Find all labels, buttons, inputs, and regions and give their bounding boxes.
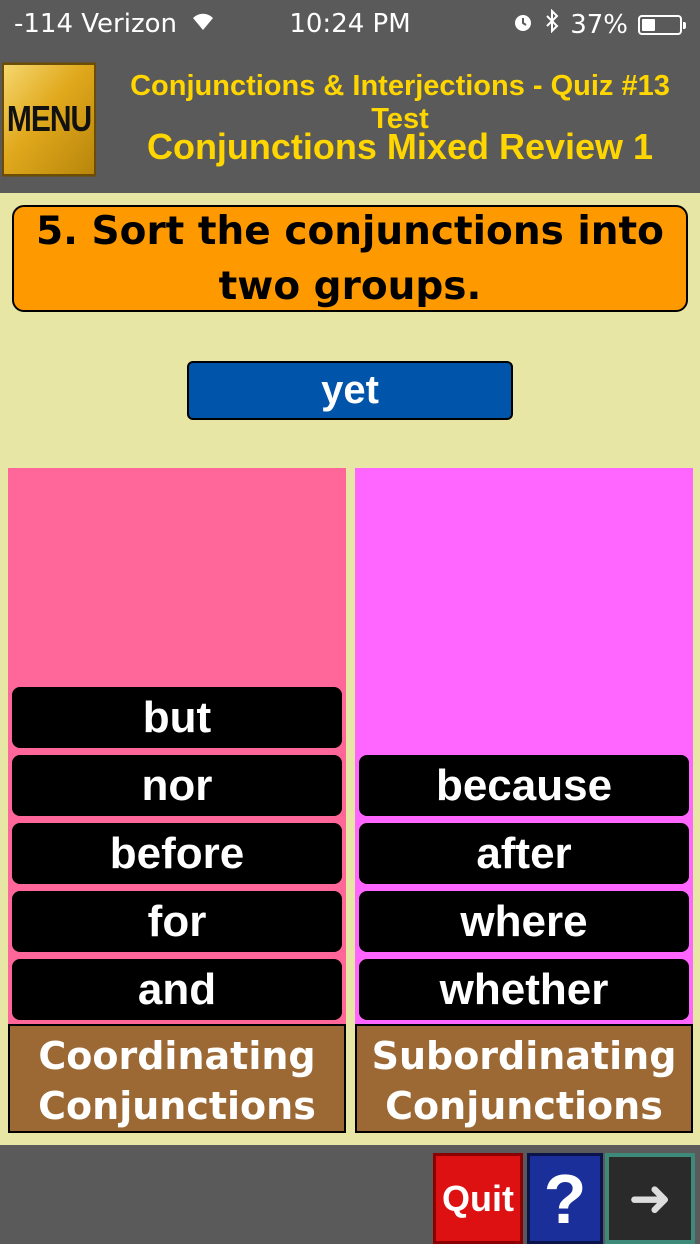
word-chip[interactable]: after [359, 823, 689, 884]
next-button[interactable]: ➜ [605, 1153, 695, 1244]
word-chip[interactable]: where [359, 891, 689, 952]
coordinating-list: but nor before for and [8, 687, 346, 1024]
footer-bar: Quit ? ➜ [0, 1145, 700, 1244]
word-chip[interactable]: for [12, 891, 342, 952]
battery-icon [638, 14, 686, 35]
word-chip[interactable]: and [12, 959, 342, 1020]
status-right: 37% [512, 8, 686, 40]
subordinating-list: because after where whether [355, 755, 693, 1024]
word-chip[interactable]: before [12, 823, 342, 884]
draggable-word-tile[interactable]: yet [187, 361, 513, 420]
arrow-right-icon: ➜ [628, 1169, 672, 1228]
word-chip[interactable]: but [12, 687, 342, 748]
word-chip[interactable]: because [359, 755, 689, 816]
subordinating-label-line2: Conjunctions [385, 1084, 663, 1128]
subordinating-label-line1: Subordinating [371, 1034, 677, 1078]
question-prompt: 5. Sort the conjunctions into two groups… [12, 205, 688, 312]
word-chip[interactable]: whether [359, 959, 689, 1020]
quiz-subtitle: Conjunctions Mixed Review 1 [146, 126, 654, 167]
alarm-icon [512, 10, 534, 40]
coordinating-label: Coordinating Conjunctions [8, 1024, 346, 1133]
coordinating-label-line2: Conjunctions [38, 1084, 316, 1128]
bluetooth-icon [544, 8, 560, 40]
coordinating-label-line1: Coordinating [38, 1034, 316, 1078]
subordinating-drop-zone[interactable]: because after where whether [355, 468, 693, 1024]
coordinating-drop-zone[interactable]: but nor before for and [8, 468, 346, 1024]
help-button[interactable]: ? [527, 1153, 603, 1244]
status-bar: -114 Verizon 10:24 PM 37% [0, 0, 700, 48]
word-chip[interactable]: nor [12, 755, 342, 816]
quit-button[interactable]: Quit [433, 1153, 523, 1244]
menu-button[interactable]: MENU [2, 62, 96, 177]
header: MENU Conjunctions & Interjections - Quiz… [0, 48, 700, 193]
subordinating-label: Subordinating Conjunctions [355, 1024, 693, 1133]
battery-percent: 37% [570, 9, 628, 40]
